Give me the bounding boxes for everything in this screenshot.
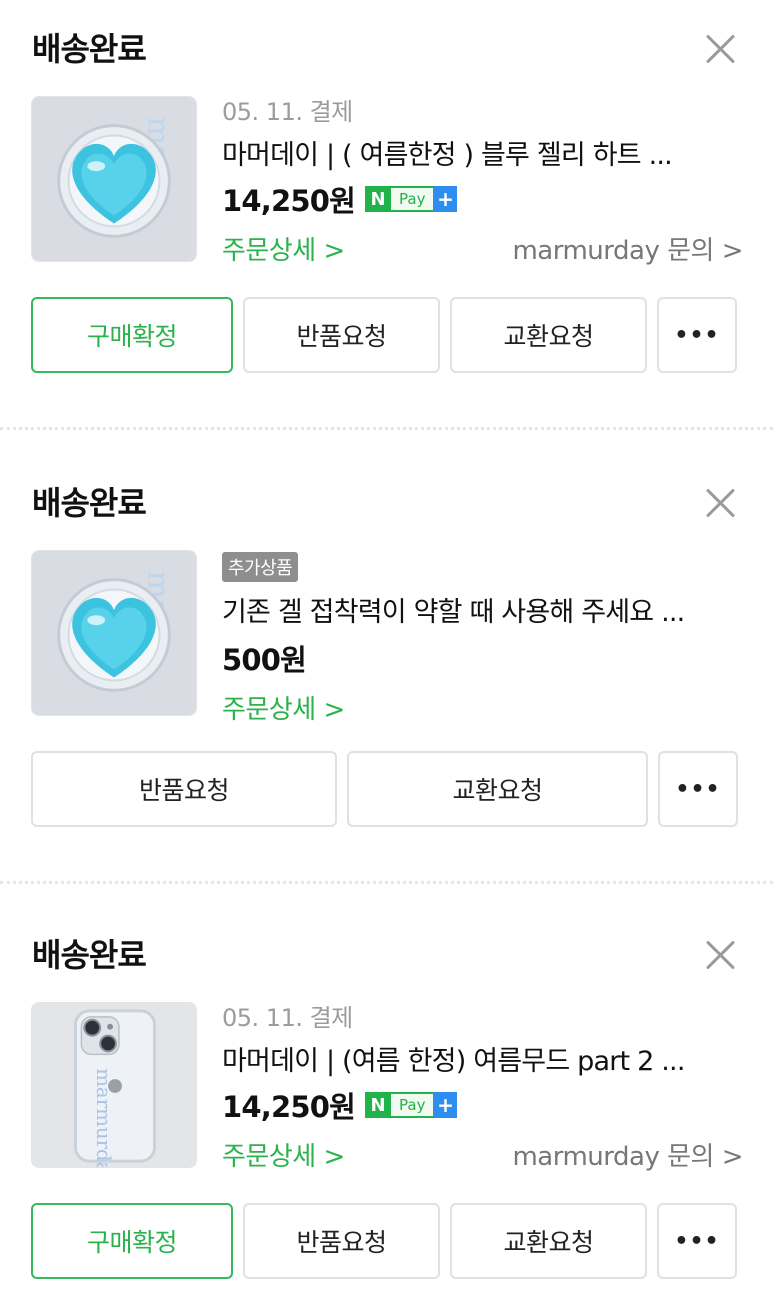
price-row: 14,250원 N Pay + [222,178,743,220]
order-info: 추가상품 기존 겔 접착력이 약할 때 사용해 주세요 ... 500원 주문상… [222,552,743,726]
order-card: 배송완료 mar 05. 11. 결제 마머데이 | ( 여름한정 ) 블루 젤… [0,0,773,420]
price-row: 14,250원 N Pay + [222,1084,743,1126]
order-info: 05. 11. 결제 마머데이 | ( 여름한정 ) 블루 젤리 하트 ... … [222,92,743,267]
phone-case-image: marmurday [32,1003,196,1167]
order-actions: 구매확정 반품요청 교환요청 ••• [31,297,737,373]
link-row: 주문상세 > marmurday 문의 > [222,1136,743,1173]
exchange-request-button[interactable]: 교환요청 [450,297,647,373]
order-status-title: 배송완료 [32,30,147,68]
additional-item-badge: 추가상품 [222,552,299,582]
close-icon[interactable] [700,482,740,522]
order-actions: 반품요청 교환요청 ••• [31,751,738,827]
heart-griptok-image: mar [32,97,196,261]
product-name[interactable]: 마머데이 | ( 여름한정 ) 블루 젤리 하트 ... [222,133,737,172]
paid-date: 05. 11. 결제 [222,1004,353,1032]
exchange-request-button[interactable]: 교환요청 [347,751,648,827]
return-request-button[interactable]: 반품요청 [243,1203,440,1279]
order-detail-link[interactable]: 주문상세 > [222,1136,345,1173]
pay-label: Pay [391,186,434,212]
product-thumbnail[interactable]: mar [31,550,197,716]
order-info: 05. 11. 결제 마머데이 | (여름 한정) 여름무드 part 2 ..… [222,998,743,1173]
price: 14,250원 [222,184,356,218]
seller-inquiry-link[interactable]: marmurday 문의 > [512,230,743,267]
heart-griptok-image: mar [32,551,196,715]
confirm-purchase-button[interactable]: 구매확정 [31,297,233,373]
price-row: 500원 [222,637,743,679]
section-divider [0,881,773,884]
order-status-title: 배송완료 [32,484,147,522]
plus-icon: + [433,186,458,212]
product-thumbnail[interactable]: marmurday [31,1002,197,1168]
price: 500원 [222,643,307,677]
link-row: 주문상세 > [222,689,743,726]
product-name[interactable]: 마머데이 | (여름 한정) 여름무드 part 2 ... [222,1039,737,1078]
order-status-title: 배송완료 [32,936,147,974]
more-options-button[interactable]: ••• [657,1203,737,1279]
order-card: 배송완료 mar 추가상품 기존 겔 접착력이 약할 때 사용해 주세요 ...… [0,454,773,874]
more-options-button[interactable]: ••• [658,751,738,827]
pay-label: Pay [391,1092,434,1118]
naver-pay-badge: N Pay + [365,1092,458,1118]
close-icon[interactable] [700,934,740,974]
link-row: 주문상세 > marmurday 문의 > [222,230,743,267]
naver-n-icon: N [365,186,391,212]
plus-icon: + [433,1092,458,1118]
return-request-button[interactable]: 반품요청 [243,297,440,373]
order-card: 배송완료 marmurday 05. 11. 결제 마머데이 | (여름 한정)… [0,906,773,1305]
close-icon[interactable] [700,28,740,68]
product-name[interactable]: 기존 겔 접착력이 약할 때 사용해 주세요 ... [222,590,737,629]
price: 14,250원 [222,1090,356,1124]
paid-date: 05. 11. 결제 [222,98,353,126]
return-request-button[interactable]: 반품요청 [31,751,337,827]
confirm-purchase-button[interactable]: 구매확정 [31,1203,233,1279]
order-detail-link[interactable]: 주문상세 > [222,230,345,267]
seller-inquiry-link[interactable]: marmurday 문의 > [512,1136,743,1173]
exchange-request-button[interactable]: 교환요청 [450,1203,647,1279]
order-detail-link[interactable]: 주문상세 > [222,689,345,726]
naver-n-icon: N [365,1092,391,1118]
section-divider [0,427,773,430]
order-actions: 구매확정 반품요청 교환요청 ••• [31,1203,737,1279]
naver-pay-badge: N Pay + [365,186,458,212]
more-options-button[interactable]: ••• [657,297,737,373]
product-thumbnail[interactable]: mar [31,96,197,262]
